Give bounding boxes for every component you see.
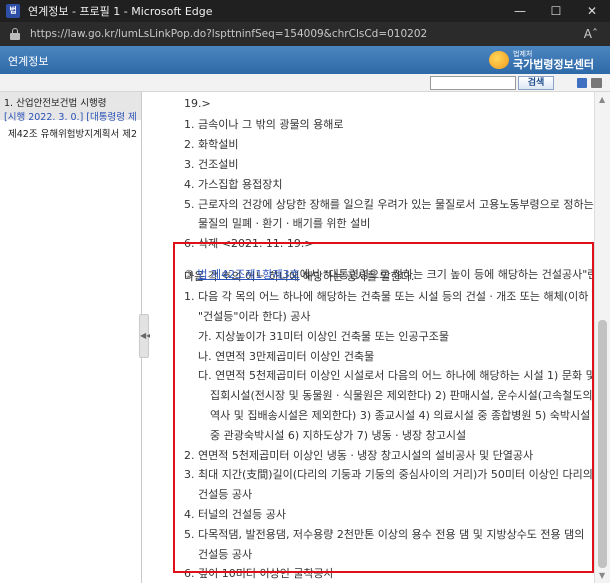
law-text-line: 4. 가스집합 용접장치 <box>184 177 283 191</box>
window-title-bar: 법 연계정보 - 프로필 1 - Microsoft Edge — ☐ ✕ <box>0 0 610 22</box>
logo-small-text: 법제처 <box>513 49 533 58</box>
save-icon[interactable] <box>577 78 587 88</box>
law-text-line: 5. 근로자의 건강에 상당한 장해를 일으킬 우려가 있는 물질로서 고용노동… <box>184 197 594 211</box>
search-input[interactable] <box>430 76 516 90</box>
app-icon: 법 <box>6 4 20 18</box>
search-button[interactable]: 검색 <box>518 76 554 90</box>
logo-mark-icon <box>489 51 510 69</box>
read-aloud-icon[interactable]: Aˆ <box>584 27 598 41</box>
scroll-thumb[interactable] <box>598 320 607 568</box>
maximize-button[interactable]: ☐ <box>538 0 574 22</box>
lock-icon[interactable] <box>10 28 20 40</box>
sidebar: 1. 산업안전보건법 시행령 [시행 2022. 3. 0.] [대통령령 제3… <box>0 92 142 583</box>
site-logo: 법제처 국가법령정보센터 <box>489 48 594 72</box>
window-controls: — ☐ ✕ <box>502 0 610 22</box>
highlight-box <box>173 242 594 573</box>
window-title: 연계정보 - 프로필 1 - Microsoft Edge <box>28 5 213 18</box>
address-bar[interactable]: https://law.go.kr/lumLsLinkPop.do?lspttn… <box>0 22 610 46</box>
url-text[interactable]: https://law.go.kr/lumLsLinkPop.do?lspttn… <box>30 28 427 40</box>
logo-big-text: 국가법령정보센터 <box>513 57 594 71</box>
sidebar-item-decree[interactable]: 1. 산업안전보건법 시행령 [시행 2022. 3. 0.] [대통령령 제3 <box>0 92 141 123</box>
sidebar-item-label: 1. 산업안전보건법 시행령 <box>4 98 107 109</box>
law-text-line: 1. 금속이나 그 밖의 광물의 용해로 <box>184 118 344 132</box>
app-header: 연계정보 법제처 국가법령정보센터 <box>0 46 610 74</box>
scroll-down-icon[interactable]: ▼ <box>599 571 605 580</box>
law-text-line: 물질의 밀폐ㆍ환기ㆍ배기를 위한 설비 <box>198 217 371 231</box>
page-title: 연계정보 <box>8 55 49 68</box>
scroll-up-icon[interactable]: ▲ <box>599 95 605 104</box>
sidebar-item-sublabel: [시행 2022. 3. 0.] [대통령령 제3 <box>4 112 137 123</box>
minimize-button[interactable]: — <box>502 0 538 22</box>
law-text-line: 19.> <box>184 97 211 111</box>
print-icon[interactable] <box>591 78 602 88</box>
content-pane: 19.> 1. 금속이나 그 밖의 광물의 용해로 2. 화학설비 3. 건조설비 4.… <box>150 92 594 583</box>
close-button[interactable]: ✕ <box>574 0 610 22</box>
law-text-line: 3. 건조설비 <box>184 157 239 171</box>
vertical-scrollbar[interactable]: ▲ ▼ <box>594 92 610 583</box>
law-text-line: 2. 화학설비 <box>184 138 239 152</box>
collapse-sidebar-handle[interactable]: ◀◀ <box>139 314 152 358</box>
toolbar: 검색 <box>0 74 610 92</box>
sidebar-item-article[interactable]: 제42조 유해위험방지계획서 제2 <box>0 124 141 142</box>
